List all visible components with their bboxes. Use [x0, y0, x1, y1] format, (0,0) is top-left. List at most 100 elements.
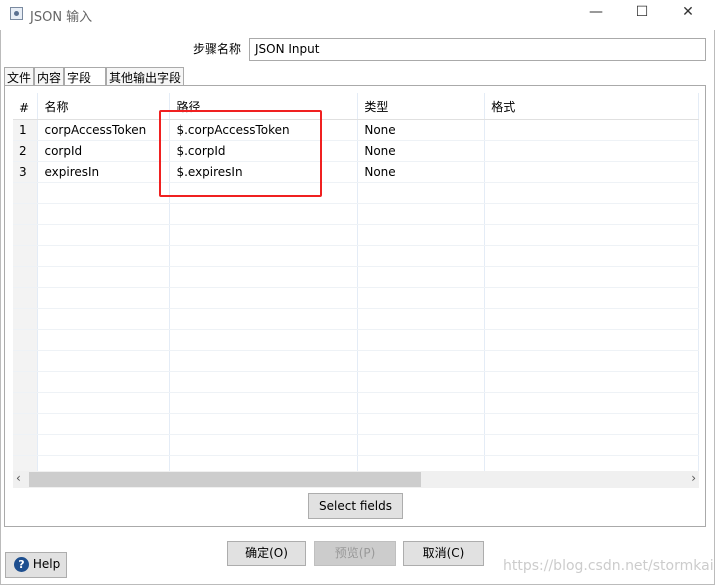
table-row[interactable]: 2 corpId $.corpId None: [13, 140, 699, 162]
cell-format[interactable]: [484, 371, 699, 393]
cell-type[interactable]: None: [357, 140, 486, 162]
tab-other-output-fields[interactable]: 其他输出字段: [106, 67, 185, 86]
cell-index[interactable]: [13, 308, 39, 330]
cell-format[interactable]: [484, 140, 699, 162]
cell-index[interactable]: [13, 182, 39, 204]
cell-type[interactable]: [357, 455, 486, 471]
cell-format[interactable]: [484, 266, 699, 288]
cell-index[interactable]: [13, 245, 39, 267]
cell-type[interactable]: [357, 266, 486, 288]
col-header-type[interactable]: 类型: [357, 93, 486, 120]
cell-type[interactable]: [357, 350, 486, 372]
cell-name[interactable]: [37, 455, 171, 471]
cell-type[interactable]: [357, 413, 486, 435]
scrollbar-thumb[interactable]: [29, 472, 421, 487]
tab-fields[interactable]: 字段: [64, 67, 107, 86]
tab-file[interactable]: 文件: [4, 67, 35, 86]
cell-name[interactable]: [37, 329, 171, 351]
preview-button[interactable]: 预览(P): [314, 541, 396, 566]
maximize-button[interactable]: ☐: [632, 4, 652, 24]
cell-type[interactable]: None: [357, 161, 486, 183]
cell-index[interactable]: [13, 203, 39, 225]
cell-name[interactable]: corpAccessToken: [37, 119, 171, 141]
cell-index[interactable]: [13, 392, 39, 414]
cell-format[interactable]: [484, 455, 699, 471]
cell-name[interactable]: [37, 308, 171, 330]
cell-path[interactable]: [169, 371, 359, 393]
col-header-index[interactable]: #: [13, 93, 39, 120]
cell-index[interactable]: 1: [13, 119, 39, 141]
col-header-format[interactable]: 格式: [484, 93, 699, 120]
cell-type[interactable]: [357, 434, 486, 456]
cell-index[interactable]: [13, 455, 39, 471]
table-row[interactable]: 3 expiresIn $.expiresIn None: [13, 161, 699, 183]
cell-index[interactable]: [13, 287, 39, 309]
table-row[interactable]: [13, 455, 699, 471]
help-button[interactable]: ? Help: [5, 552, 67, 578]
cell-format[interactable]: [484, 203, 699, 225]
table-row[interactable]: [13, 371, 699, 393]
cell-type[interactable]: [357, 203, 486, 225]
table-row[interactable]: [13, 350, 699, 372]
cell-type[interactable]: [357, 287, 486, 309]
cell-index[interactable]: [13, 350, 39, 372]
tab-content[interactable]: 内容: [34, 67, 65, 86]
cell-name[interactable]: [37, 434, 171, 456]
table-row[interactable]: [13, 224, 699, 246]
cell-format[interactable]: [484, 434, 699, 456]
cell-name[interactable]: [37, 245, 171, 267]
horizontal-scrollbar[interactable]: ‹ ›: [13, 471, 699, 488]
step-name-input[interactable]: JSON Input: [249, 38, 706, 61]
cell-type[interactable]: [357, 392, 486, 414]
cell-name[interactable]: [37, 266, 171, 288]
cell-format[interactable]: [484, 119, 699, 141]
cell-format[interactable]: [484, 224, 699, 246]
cell-format[interactable]: [484, 287, 699, 309]
cell-type[interactable]: [357, 329, 486, 351]
cell-path[interactable]: [169, 392, 359, 414]
scroll-left-icon[interactable]: ‹: [16, 471, 21, 485]
cell-index[interactable]: [13, 266, 39, 288]
cell-name[interactable]: [37, 371, 171, 393]
cell-index[interactable]: [13, 224, 39, 246]
table-row[interactable]: [13, 287, 699, 309]
cell-index[interactable]: [13, 434, 39, 456]
cell-type[interactable]: [357, 308, 486, 330]
cell-name[interactable]: [37, 224, 171, 246]
cell-format[interactable]: [484, 413, 699, 435]
cell-path[interactable]: [169, 203, 359, 225]
table-row[interactable]: [13, 245, 699, 267]
cell-path[interactable]: [169, 413, 359, 435]
cell-path[interactable]: [169, 287, 359, 309]
cell-index[interactable]: 2: [13, 140, 39, 162]
ok-button[interactable]: 确定(O): [227, 541, 306, 566]
cell-name[interactable]: [37, 413, 171, 435]
cell-path[interactable]: [169, 455, 359, 471]
cell-name[interactable]: [37, 203, 171, 225]
select-fields-button[interactable]: Select fields: [308, 493, 403, 519]
cell-path[interactable]: [169, 329, 359, 351]
cell-format[interactable]: [484, 245, 699, 267]
cell-index[interactable]: [13, 413, 39, 435]
cell-format[interactable]: [484, 350, 699, 372]
cell-name[interactable]: expiresIn: [37, 161, 171, 183]
cell-index[interactable]: [13, 371, 39, 393]
cell-type[interactable]: [357, 245, 486, 267]
scroll-right-icon[interactable]: ›: [691, 471, 696, 485]
cell-format[interactable]: [484, 308, 699, 330]
cell-name[interactable]: [37, 182, 171, 204]
cell-format[interactable]: [484, 161, 699, 183]
cell-path[interactable]: [169, 224, 359, 246]
cell-type[interactable]: [357, 371, 486, 393]
col-header-name[interactable]: 名称: [37, 93, 171, 120]
cell-path[interactable]: [169, 350, 359, 372]
table-row[interactable]: [13, 413, 699, 435]
cell-type[interactable]: [357, 182, 486, 204]
table-row[interactable]: 1 corpAccessToken $.corpAccessToken None: [13, 119, 699, 141]
cell-format[interactable]: [484, 182, 699, 204]
cell-name[interactable]: corpId: [37, 140, 171, 162]
table-row[interactable]: [13, 266, 699, 288]
table-row[interactable]: [13, 392, 699, 414]
cancel-button[interactable]: 取消(C): [403, 541, 484, 566]
cell-type[interactable]: [357, 224, 486, 246]
